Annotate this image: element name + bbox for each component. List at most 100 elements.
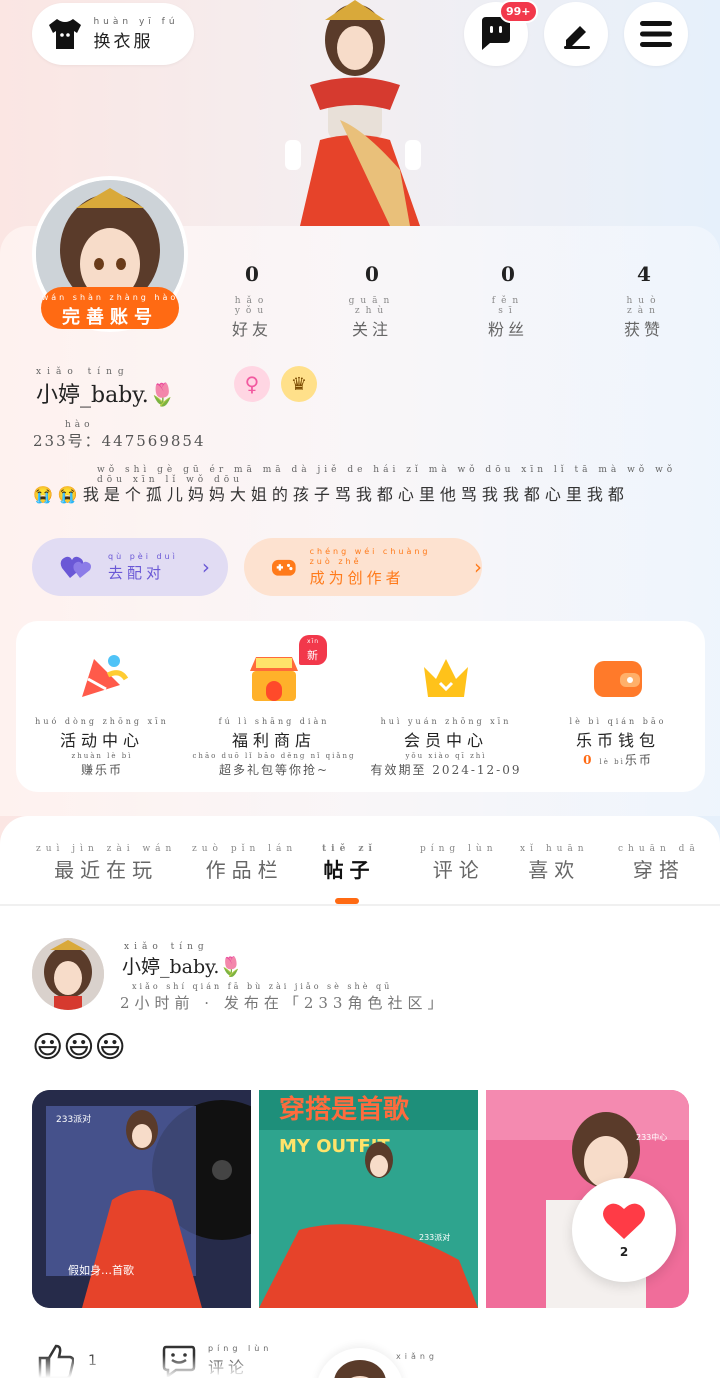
tab-label: 最近在玩: [54, 858, 159, 882]
pencil-icon: [564, 26, 590, 49]
service-sub: 乐币: [624, 753, 653, 767]
tab-recently-played[interactable]: zuì jìn zài wán 最近在玩: [36, 844, 176, 883]
tab-label: 作品栏: [205, 858, 284, 882]
tab-pinyin: píng lùn: [420, 844, 498, 854]
stat-pinyin: hǎo yǒu: [234, 296, 270, 316]
post-author-name[interactable]: xiǎo tíng 小婷_baby.🌷: [122, 942, 243, 979]
become-creator-button[interactable]: chéng wéi chuàng zuò zhě 成为创作者 ›: [244, 538, 482, 596]
service-pinyin: huì yuán zhōng xīn: [380, 717, 512, 726]
service-title: 活动中心: [59, 731, 144, 750]
tab-works[interactable]: zuò pǐn lán 作品栏: [192, 844, 297, 883]
stat-following[interactable]: 0 guān zhù 关注: [342, 262, 402, 340]
creator-pinyin: chéng wéi chuàng zuò zhě: [309, 546, 431, 566]
creator-label: 成为创作者: [309, 568, 405, 587]
post-image[interactable]: 233派对 假如身…首歌: [32, 1090, 251, 1308]
stat-fans[interactable]: 0 fěn sī 粉丝: [478, 262, 538, 340]
wallet-icon: [594, 661, 642, 697]
post-author-avatar[interactable]: [32, 938, 104, 1010]
stat-value: 4: [637, 262, 651, 286]
service-pinyin: huó dòng zhōng xīn: [35, 717, 169, 726]
tab-label: 喜欢: [528, 858, 581, 882]
party-popper-icon: [82, 655, 129, 697]
stat-value: 0: [245, 262, 259, 286]
stat-pinyin: huò zàn: [626, 296, 662, 316]
gamepad-icon: [272, 559, 296, 576]
image-caption: 假如身…首歌: [68, 1263, 134, 1277]
hearts-icon: [60, 556, 91, 578]
stat-label: 粉丝: [487, 320, 528, 339]
tab-label: 穿搭: [632, 858, 685, 882]
chevron-right-icon: ›: [474, 555, 482, 579]
bio-text: 😭😭我是个孤儿妈妈大姐的孩子骂我都心里他骂我我都心里我都: [33, 485, 629, 504]
service-title: 会员中心: [403, 731, 488, 750]
tab-pinyin: zuì jìn zài wán: [36, 844, 177, 854]
username: xiǎo tíng 小婷_baby.🌷: [36, 367, 176, 409]
menu-button[interactable]: [624, 2, 688, 66]
complete-pinyin: wán shàn zhàng hào: [41, 293, 179, 302]
message-count-badge: 99+: [499, 0, 538, 23]
outfit-pinyin: huàn yī fú: [93, 16, 179, 27]
complete-label: 完善账号: [62, 307, 158, 328]
service-sub: 有效期至 2024-12-09: [370, 763, 522, 777]
stat-value: 0: [365, 262, 379, 286]
stat-likes[interactable]: 4 huò zàn 获赞: [614, 262, 674, 340]
service-title: 福利商店: [231, 731, 316, 750]
service-sub-pinyin: chāo duō lǐ bāo děng nǐ qiǎng: [192, 752, 356, 760]
tab-pinyin: zuò pǐn lán: [192, 844, 298, 854]
pair-label: 去配对: [108, 563, 166, 582]
service-pinyin: fú lì shāng diàn: [218, 717, 330, 726]
tab-comments[interactable]: píng lùn 评论: [420, 844, 498, 883]
edit-profile-button[interactable]: [544, 2, 608, 66]
tab-posts[interactable]: tiě zǐ 帖子: [322, 844, 377, 883]
meta-pinyin: xiǎo shí qián fā bù zài jiǎo sè shè qū: [132, 982, 393, 991]
username-pinyin: xiǎo tíng: [36, 367, 130, 377]
service-pinyin: lè bì qián bāo: [569, 717, 667, 726]
crown-icon[interactable]: ♛: [281, 366, 317, 402]
service-sub: 超多礼包等你抢~: [218, 763, 330, 777]
stat-friends[interactable]: 0 hǎo yǒu 好友: [222, 262, 282, 340]
tab-label: 帖子: [323, 858, 376, 882]
crown-icon: [424, 659, 468, 697]
tab-pinyin: xǐ huān: [520, 844, 589, 854]
service-sub: 赚乐币: [80, 763, 123, 777]
bottom-nav-avatar[interactable]: [316, 1348, 404, 1378]
pair-button[interactable]: qù pèi duì 去配对 ›: [32, 538, 228, 596]
change-outfit-button[interactable]: huàn yī fú 换衣服: [32, 3, 194, 65]
post-image[interactable]: 穿搭是首歌 MY OUTFIT 233派对: [259, 1090, 478, 1308]
complete-account-button[interactable]: wán shàn zhàng hào 完善账号: [41, 287, 179, 329]
bio: wǒ shì gè gū ér mā mā dà jiě de hái zǐ m…: [33, 465, 683, 505]
stat-pinyin: fěn sī: [491, 296, 525, 316]
stat-value: 0: [501, 262, 515, 286]
chevron-right-icon: ›: [201, 555, 210, 579]
service-sub-pinyin: lè bì: [599, 758, 625, 766]
image-caption: 233中心: [636, 1132, 667, 1142]
like-count: 2: [619, 1245, 629, 1259]
tab-outfits[interactable]: chuān dā 穿搭: [618, 844, 700, 883]
new-badge: xīn 新: [299, 635, 328, 665]
avatar-image: [32, 938, 104, 1010]
author-pinyin: xiǎo tíng: [124, 942, 209, 952]
image-caption: 233派对: [419, 1232, 450, 1242]
image-caption: 233派对: [56, 1113, 91, 1125]
user-id[interactable]: hào 233号：447569854: [33, 420, 206, 451]
tab-pinyin: chuān dā: [618, 844, 700, 854]
tab-likes[interactable]: xǐ huān 喜欢: [520, 844, 589, 883]
id-text: 233号：447569854: [33, 432, 206, 450]
service-title: 乐币钱包: [575, 731, 660, 750]
coin-balance: 0: [583, 753, 594, 767]
heart-icon: [603, 1203, 645, 1239]
comment-pinyin: píng lùn: [208, 1344, 273, 1353]
female-gender-icon: ♀: [234, 366, 270, 402]
character-model[interactable]: [270, 0, 440, 226]
stat-label: 获赞: [623, 320, 664, 339]
stat-label: 好友: [231, 320, 272, 339]
tab-label: 评论: [432, 858, 485, 882]
service-sub-pinyin: zhuàn lè bì: [71, 752, 133, 760]
tshirt-icon: [49, 19, 82, 49]
new-badge-label: 新: [307, 649, 318, 662]
id-pinyin: hào: [65, 420, 94, 430]
bio-pinyin: wǒ shì gè gū ér mā mā dà jiě de hái zǐ m…: [97, 465, 677, 485]
like-button[interactable]: 2: [572, 1178, 676, 1282]
tab-pinyin: tiě zǐ: [322, 844, 377, 854]
hamburger-menu-icon: [640, 21, 672, 47]
